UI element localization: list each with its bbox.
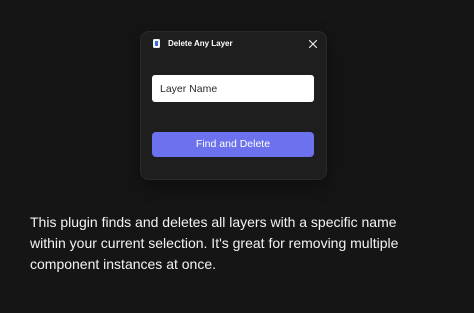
page: Delete Any Layer Find and Delete This pl…: [0, 0, 474, 313]
close-icon: [308, 39, 318, 49]
plugin-icon: [153, 39, 160, 48]
description-line: component instances at once.: [30, 256, 217, 272]
plugin-description: This plugin finds and deletes all layers…: [30, 212, 450, 275]
layer-name-input[interactable]: [152, 75, 314, 102]
find-and-delete-button[interactable]: Find and Delete: [152, 132, 314, 157]
dialog-header: Delete Any Layer: [141, 32, 326, 56]
description-line: within your current selection. It's grea…: [30, 235, 399, 251]
close-button[interactable]: [306, 37, 320, 51]
description-line: This plugin finds and deletes all layers…: [30, 214, 397, 230]
dialog-title: Delete Any Layer: [168, 39, 233, 48]
